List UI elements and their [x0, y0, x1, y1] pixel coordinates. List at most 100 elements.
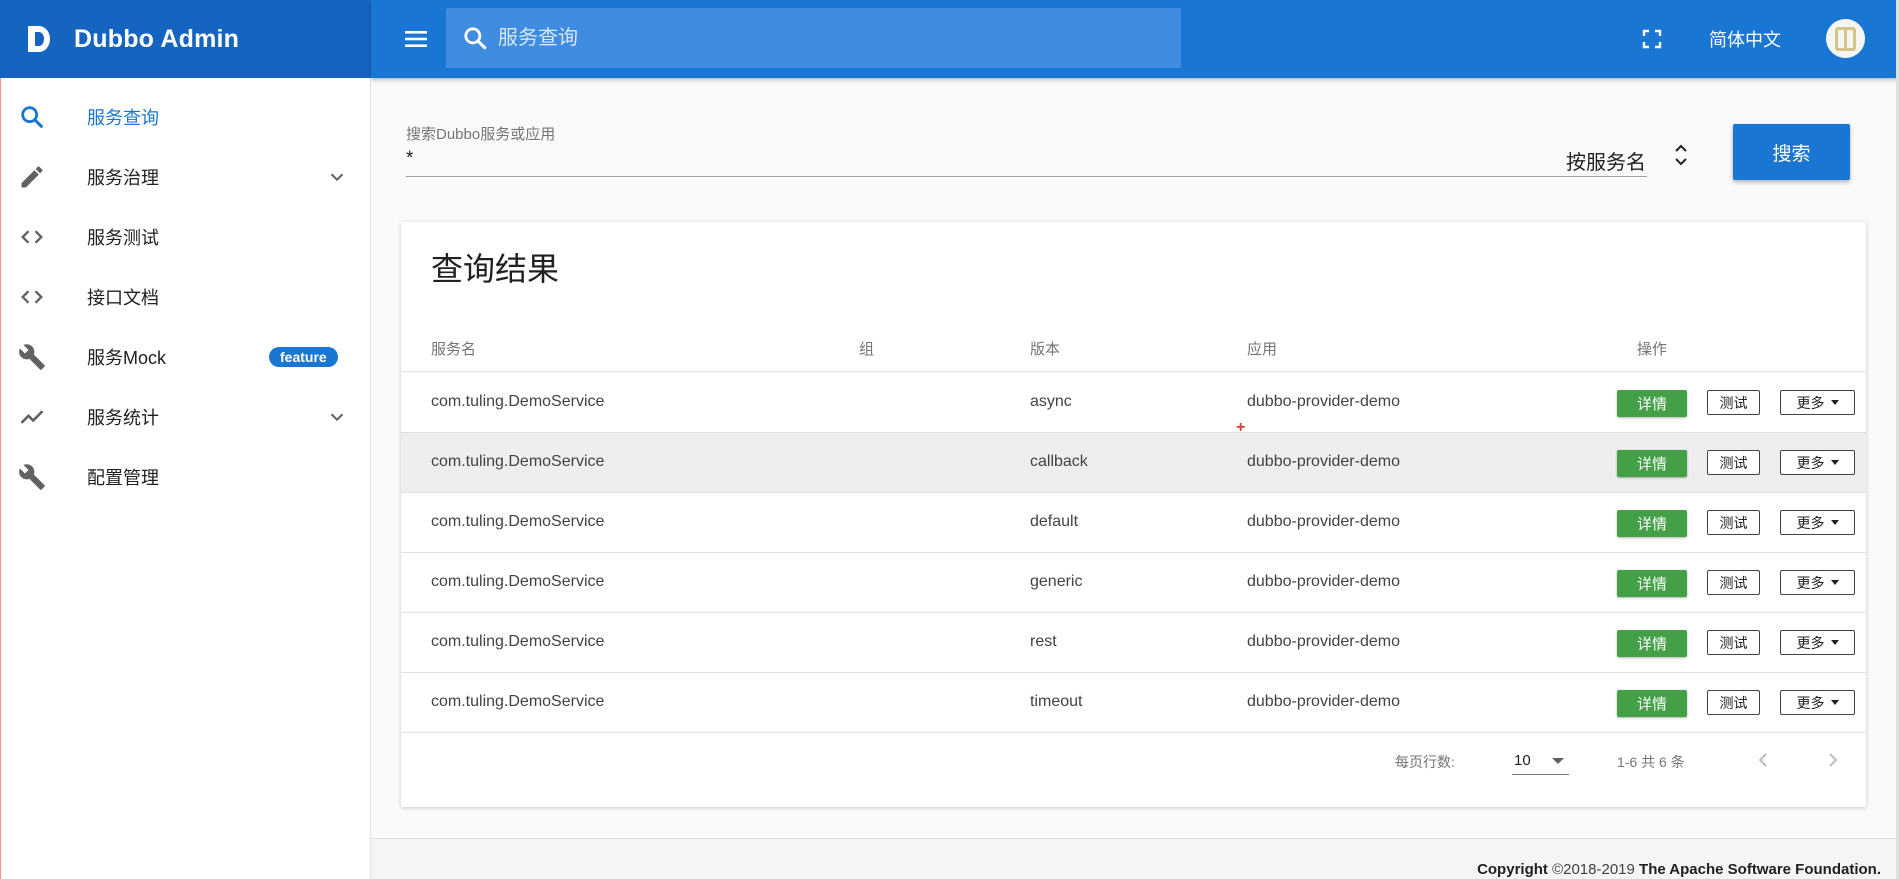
sidebar-item-label: 接口文档 [87, 288, 159, 308]
sidebar-item-service-search[interactable]: 服务查询 [1, 87, 370, 147]
results-title: 查询结果 [431, 251, 560, 287]
search-field-underline [406, 176, 1647, 177]
table-header: 服务名 组 版本 应用 操作 [401, 322, 1866, 372]
search-field-input[interactable]: * [406, 148, 413, 170]
more-button[interactable]: 更多 [1780, 510, 1855, 535]
sidebar-item-service-mock[interactable]: 服务Mock feature [1, 327, 370, 387]
column-header-service[interactable]: 服务名 [431, 338, 476, 359]
sidebar-item-label: 服务治理 [87, 168, 159, 188]
copyright-org: The Apache Software Foundation. [1639, 861, 1881, 878]
sidebar-item-service-stats[interactable]: 服务统计 [1, 387, 370, 447]
more-label: 更多 [1796, 454, 1825, 471]
detail-button[interactable]: 详情 [1617, 390, 1687, 417]
sidebar-item-label: 配置管理 [87, 468, 159, 488]
table-row: com.tuling.DemoService timeout dubbo-pro… [401, 673, 1866, 733]
cell-version: generic [1030, 573, 1083, 590]
cell-version: async [1030, 393, 1072, 410]
chart-line-icon [20, 410, 44, 424]
test-button[interactable]: 测试 [1707, 450, 1760, 475]
caret-down-icon [1552, 758, 1564, 764]
detail-button[interactable]: 详情 [1617, 510, 1687, 537]
wrench-icon [19, 344, 45, 370]
column-header-app[interactable]: 应用 [1247, 338, 1277, 359]
more-button[interactable]: 更多 [1780, 450, 1855, 475]
search-icon [21, 106, 43, 128]
more-label: 更多 [1796, 574, 1825, 591]
pencil-icon [21, 166, 43, 188]
cell-app: dubbo-provider-demo [1247, 453, 1400, 470]
sidebar: 服务查询 服务治理 服务测试 接口文档 服务Mock feature 服务统计 [0, 78, 371, 879]
cell-version: timeout [1030, 693, 1083, 710]
test-button[interactable]: 测试 [1707, 510, 1760, 535]
caret-down-icon [1830, 700, 1839, 705]
more-button[interactable]: 更多 [1780, 630, 1855, 655]
sidebar-item-label: 服务统计 [87, 408, 159, 428]
cell-app: dubbo-provider-demo [1247, 633, 1400, 650]
caret-down-icon [1830, 460, 1839, 465]
cell-service: com.tuling.DemoService [431, 693, 605, 710]
search-button[interactable]: 搜索 [1733, 124, 1850, 180]
cell-app: dubbo-provider-demo [1247, 393, 1400, 410]
cell-app: dubbo-provider-demo [1247, 513, 1400, 530]
caret-down-icon [1830, 520, 1839, 525]
rows-per-page-select[interactable]: 10 [1512, 744, 1569, 775]
avatar[interactable] [1826, 19, 1865, 58]
fullscreen-icon[interactable] [1639, 26, 1665, 52]
chevron-down-icon [330, 173, 344, 182]
detail-button[interactable]: 详情 [1617, 570, 1687, 597]
user-avatar-icon [1826, 19, 1865, 58]
global-search[interactable] [446, 8, 1181, 68]
detail-button[interactable]: 详情 [1617, 690, 1687, 717]
sidebar-item-api-docs[interactable]: 接口文档 [1, 267, 370, 327]
table-row: com.tuling.DemoService callback dubbo-pr… [401, 433, 1866, 493]
unfold-icon[interactable] [1671, 138, 1691, 172]
rows-per-page-value: 10 [1514, 752, 1531, 769]
page-range-text: 1-6 共 6 条 [1617, 754, 1685, 770]
results-card: 查询结果 服务名 组 版本 应用 操作 com.tuling.DemoServi… [401, 222, 1866, 807]
copyright-years: ©2018-2019 [1552, 861, 1635, 878]
column-header-group[interactable]: 组 [859, 338, 874, 359]
sidebar-item-service-governance[interactable]: 服务治理 [1, 147, 370, 207]
caret-down-icon [1830, 400, 1839, 405]
column-header-version[interactable]: 版本 [1030, 338, 1060, 359]
cell-service: com.tuling.DemoService [431, 453, 605, 470]
detail-button[interactable]: 详情 [1617, 450, 1687, 477]
table-row: com.tuling.DemoService async dubbo-provi… [401, 373, 1866, 433]
global-search-input[interactable] [498, 26, 1158, 50]
more-button[interactable]: 更多 [1780, 390, 1855, 415]
top-toolbar: 简体中文 [371, 0, 1899, 78]
app-title: Dubbo Admin [74, 24, 240, 53]
copyright-text: Copyright ©2018-2019 The Apache Software… [1477, 861, 1881, 878]
test-button[interactable]: 测试 [1707, 570, 1760, 595]
wrench-icon [19, 464, 45, 490]
search-field-label: 搜索Dubbo服务或应用 [406, 126, 556, 143]
footer: Copyright ©2018-2019 The Apache Software… [371, 838, 1899, 879]
test-button[interactable]: 测试 [1707, 630, 1760, 655]
cell-service: com.tuling.DemoService [431, 633, 605, 650]
code-icon [21, 290, 43, 304]
search-type-select[interactable]: 按服务名 [1566, 146, 1646, 175]
table-row: com.tuling.DemoService generic dubbo-pro… [401, 553, 1866, 613]
more-button[interactable]: 更多 [1780, 570, 1855, 595]
caret-down-icon [1830, 640, 1839, 645]
more-label: 更多 [1796, 514, 1825, 531]
menu-icon[interactable] [401, 24, 431, 54]
code-icon [21, 230, 43, 244]
cell-service: com.tuling.DemoService [431, 573, 605, 590]
more-button[interactable]: 更多 [1780, 690, 1855, 715]
dubbo-logo-icon [28, 26, 50, 52]
column-header-actions: 操作 [1637, 341, 1668, 358]
sidebar-item-service-test[interactable]: 服务测试 [1, 207, 370, 267]
test-button[interactable]: 测试 [1707, 390, 1760, 415]
sidebar-item-label: 服务查询 [87, 108, 159, 128]
chevron-left-icon[interactable] [1751, 748, 1775, 772]
test-button[interactable]: 测试 [1707, 690, 1760, 715]
more-label: 更多 [1796, 394, 1825, 411]
more-label: 更多 [1796, 694, 1825, 711]
feature-badge: feature [269, 347, 338, 367]
chevron-right-icon[interactable] [1821, 748, 1845, 772]
detail-button[interactable]: 详情 [1617, 630, 1687, 657]
language-selector[interactable]: 简体中文 [1709, 26, 1781, 52]
sidebar-item-config-management[interactable]: 配置管理 [1, 447, 370, 507]
cursor-crosshair-icon: + [1236, 419, 1246, 436]
